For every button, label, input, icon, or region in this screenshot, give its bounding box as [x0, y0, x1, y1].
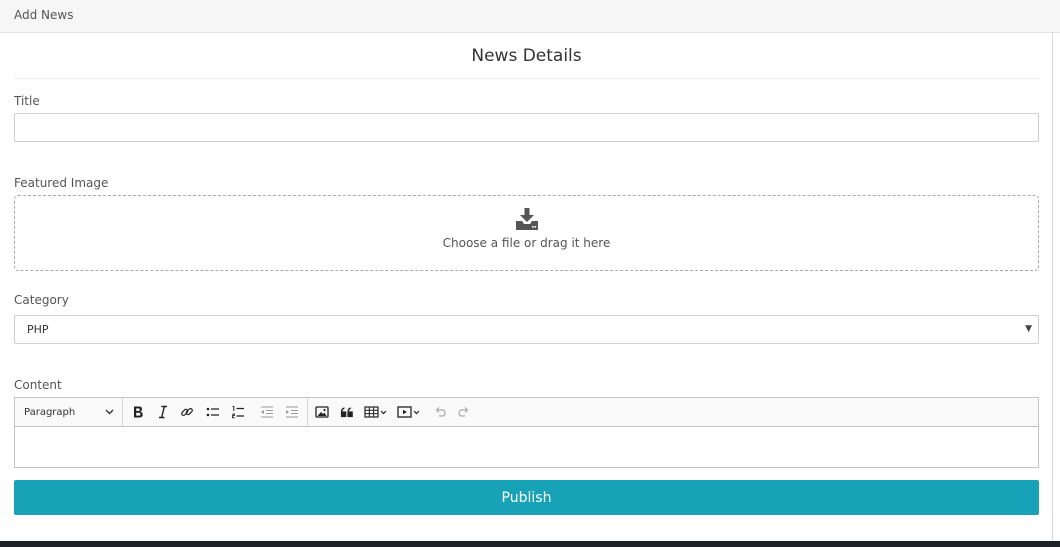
page-title: News Details	[471, 46, 582, 66]
format-value: Paragraph	[24, 406, 76, 418]
bulleted-list-icon	[206, 405, 220, 419]
featured-image-label: Featured Image	[14, 176, 109, 190]
italic-icon	[156, 405, 170, 419]
numbered-list-button[interactable]	[228, 403, 248, 421]
content-editor: Paragraph	[14, 397, 1039, 468]
chevron-down-icon	[105, 409, 114, 415]
image-icon	[315, 405, 329, 419]
divider	[14, 78, 1039, 79]
title-input[interactable]	[14, 113, 1039, 142]
undo-icon	[433, 405, 447, 419]
editor-toolbar: Paragraph	[15, 398, 1038, 427]
redo-icon	[457, 405, 471, 419]
insert-media-button[interactable]	[396, 403, 422, 421]
link-button[interactable]	[177, 403, 197, 421]
publish-button[interactable]: Publish	[14, 480, 1039, 515]
caret-down-icon: ▼	[1025, 324, 1032, 334]
category-label: Category	[14, 293, 69, 307]
blockquote-button[interactable]	[337, 403, 357, 421]
category-selected-value: PHP	[27, 323, 49, 336]
bold-button[interactable]	[128, 403, 148, 421]
outdent-button[interactable]	[257, 403, 277, 421]
indent-button[interactable]	[282, 403, 302, 421]
paragraph-format-dropdown[interactable]: Paragraph	[21, 403, 117, 421]
redo-button[interactable]	[454, 403, 474, 421]
bold-icon	[131, 405, 145, 419]
numbered-list-icon	[231, 405, 245, 419]
content-label: Content	[14, 378, 62, 392]
download-icon	[515, 207, 539, 231]
editor-content-area[interactable]	[15, 427, 1038, 467]
toolbar-separator	[122, 398, 123, 426]
link-icon	[180, 405, 194, 419]
bulleted-list-button[interactable]	[203, 403, 223, 421]
undo-button[interactable]	[430, 403, 450, 421]
insert-table-button[interactable]	[363, 403, 389, 421]
title-label: Title	[14, 94, 40, 108]
outdent-icon	[260, 405, 274, 419]
bottom-bar	[0, 541, 1060, 547]
featured-image-dropzone[interactable]: Choose a file or drag it here	[14, 195, 1039, 271]
toolbar-gap	[253, 398, 254, 426]
toolbar-separator	[307, 398, 308, 426]
table-icon	[364, 405, 388, 419]
page: Add News News Details Title Featured Ima…	[0, 0, 1060, 547]
indent-icon	[285, 405, 299, 419]
category-select[interactable]: PHP ▼	[14, 315, 1039, 344]
dropzone-text: Choose a file or drag it here	[442, 236, 611, 250]
top-bar: Add News	[0, 0, 1060, 33]
blockquote-icon	[340, 405, 354, 419]
breadcrumb: Add News	[14, 8, 74, 22]
insert-image-button[interactable]	[312, 403, 332, 421]
scroll-edge	[1052, 33, 1053, 541]
media-icon	[397, 405, 421, 419]
italic-button[interactable]	[153, 403, 173, 421]
